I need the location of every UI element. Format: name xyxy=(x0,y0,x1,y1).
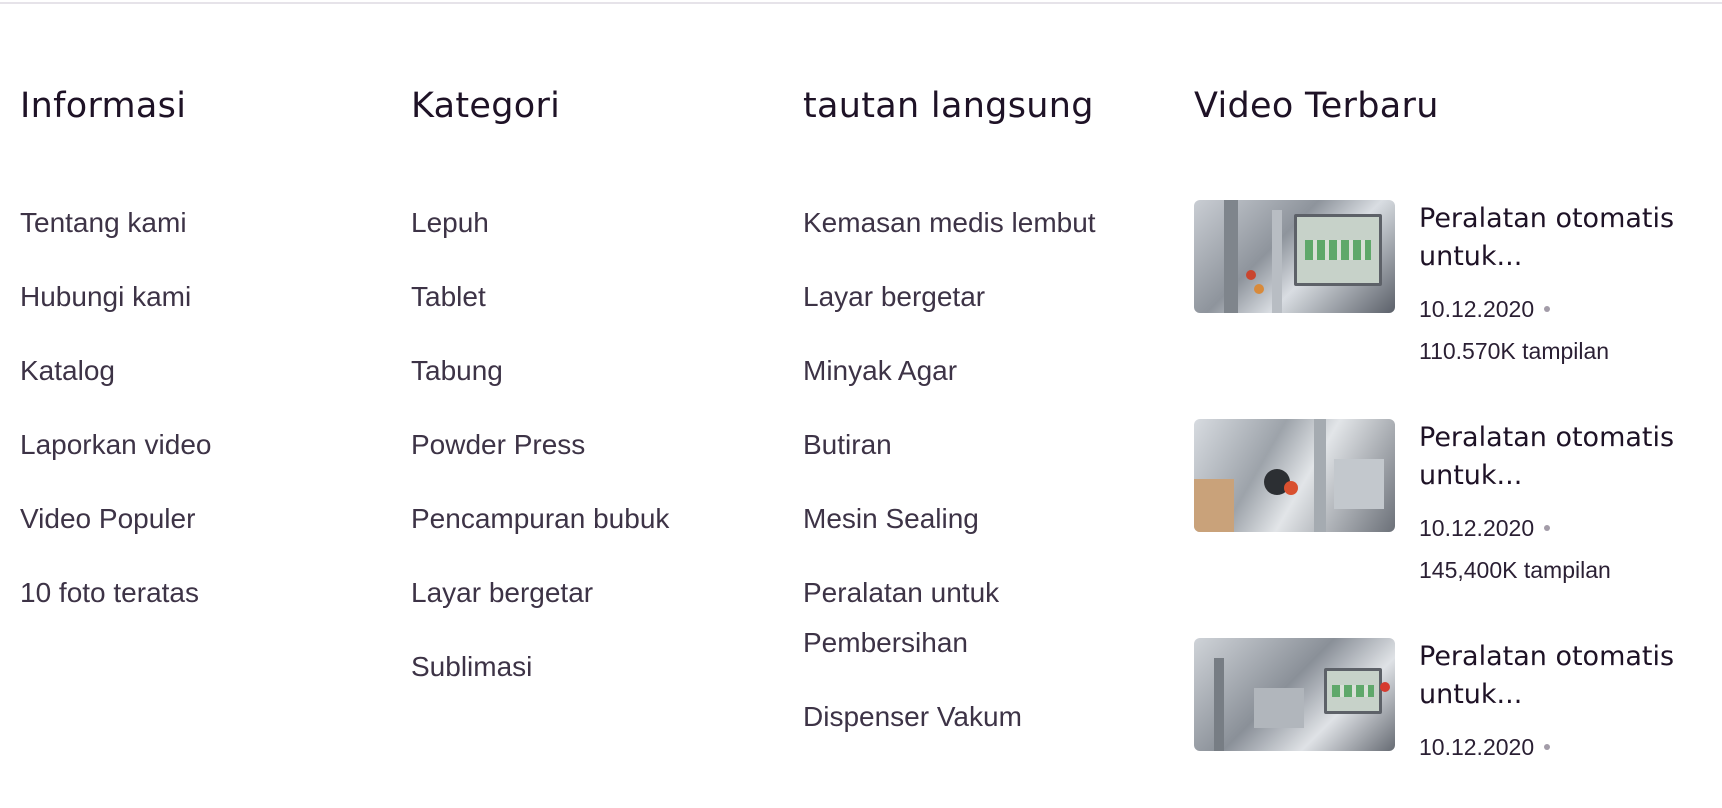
footer-link[interactable]: Mesin Sealing xyxy=(803,494,1123,544)
footer-link[interactable]: Lepuh xyxy=(411,198,731,248)
footer-link[interactable]: Minyak Agar xyxy=(803,346,1123,396)
separator-dot-icon xyxy=(1544,743,1551,750)
video-item[interactable]: Peralatan otomatis untuk... 10.12.2020 1… xyxy=(1194,419,1704,589)
video-meta: 10.12.2020 145,400K tampilan xyxy=(1419,507,1611,591)
video-thumbnail[interactable] xyxy=(1194,419,1395,532)
column-title: Video Terbaru xyxy=(1194,86,1439,126)
video-date: 10.12.2020 xyxy=(1419,515,1535,541)
footer-link[interactable]: Video Populer xyxy=(20,494,340,544)
video-thumbnail[interactable] xyxy=(1194,200,1395,313)
link-list: Tentang kami Hubungi kami Katalog Lapork… xyxy=(20,198,340,642)
video-views: 145,400K tampilan xyxy=(1419,557,1611,583)
video-date: 10.12.2020 xyxy=(1419,296,1535,322)
video-title[interactable]: Peralatan otomatis untuk... xyxy=(1419,419,1709,495)
footer-link[interactable]: Butiran xyxy=(803,420,1123,470)
footer-link[interactable]: Layar bergetar xyxy=(803,272,1123,322)
footer-link[interactable]: Laporkan video xyxy=(20,420,340,470)
video-meta: 10.12.2020 110.570K tampilan xyxy=(1419,288,1609,372)
footer-link[interactable]: Tentang kami xyxy=(20,198,340,248)
link-list: Lepuh Tablet Tabung Powder Press Pencamp… xyxy=(411,198,731,716)
video-item[interactable]: Peralatan otomatis untuk... 10.12.2020 xyxy=(1194,638,1704,808)
footer-link[interactable]: Kemasan medis lembut xyxy=(803,198,1123,248)
footer-link[interactable]: Powder Press xyxy=(411,420,731,470)
video-meta: 10.12.2020 xyxy=(1419,726,1558,768)
video-title[interactable]: Peralatan otomatis untuk... xyxy=(1419,200,1709,276)
video-thumbnail[interactable] xyxy=(1194,638,1395,751)
video-title[interactable]: Peralatan otomatis untuk... xyxy=(1419,638,1709,714)
column-title: tautan langsung xyxy=(803,86,1094,126)
footer-link[interactable]: Dispenser Vakum xyxy=(803,692,1123,742)
top-divider xyxy=(0,2,1722,4)
video-views: 110.570K tampilan xyxy=(1419,338,1610,364)
column-title: Informasi xyxy=(20,86,187,126)
column-title: Kategori xyxy=(411,86,561,126)
footer-link[interactable]: Pencampuran bubuk xyxy=(411,494,731,544)
footer-link[interactable]: Tabung xyxy=(411,346,731,396)
footer-link[interactable]: Layar bergetar xyxy=(411,568,731,618)
footer-link[interactable]: Tablet xyxy=(411,272,731,322)
footer-link[interactable]: Katalog xyxy=(20,346,340,396)
footer-link[interactable]: 10 foto teratas xyxy=(20,568,340,618)
footer-link[interactable]: Sublimasi xyxy=(411,642,731,692)
video-item[interactable]: Peralatan otomatis untuk... 10.12.2020 1… xyxy=(1194,200,1704,370)
footer-link[interactable]: Peralatan untuk Pembersihan xyxy=(803,568,1033,668)
separator-dot-icon xyxy=(1544,524,1551,531)
video-date: 10.12.2020 xyxy=(1419,734,1535,760)
separator-dot-icon xyxy=(1544,305,1551,312)
footer-link[interactable]: Hubungi kami xyxy=(20,272,340,322)
link-list: Kemasan medis lembut Layar bergetar Miny… xyxy=(803,198,1123,766)
